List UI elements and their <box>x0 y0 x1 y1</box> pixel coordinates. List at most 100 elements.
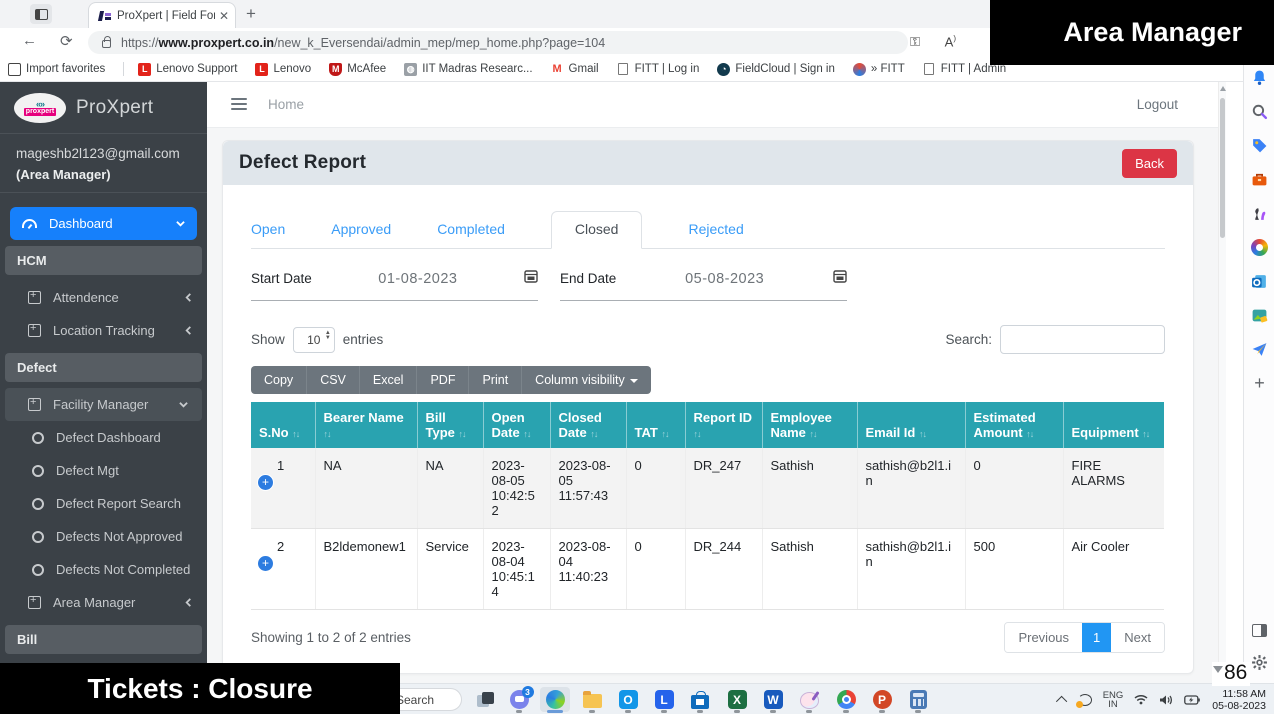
excel-icon[interactable]: X <box>722 687 752 712</box>
wifi-icon[interactable] <box>1134 694 1148 705</box>
calendar-icon[interactable] <box>524 269 538 288</box>
paint-icon[interactable] <box>794 687 824 712</box>
next-page-button[interactable]: Next <box>1111 623 1164 652</box>
powerpoint-icon[interactable]: P <box>867 687 897 712</box>
page-scrollbar[interactable] <box>1218 82 1226 683</box>
end-date-field[interactable]: End Date 05-08-2023 <box>560 269 847 301</box>
sidebar-item-facility-manager[interactable]: Facility Manager <box>5 388 202 421</box>
lenovo-vantage-icon[interactable]: L <box>649 687 679 712</box>
tab-open[interactable]: Open <box>251 212 285 248</box>
close-tab-icon[interactable]: ✕ <box>219 9 229 23</box>
pdf-button[interactable]: PDF <box>417 366 469 394</box>
search-icon[interactable] <box>1250 102 1269 121</box>
refresh-icon[interactable]: ⟳ <box>60 32 73 50</box>
sidebar-item-dashboard[interactable]: Dashboard <box>10 207 197 240</box>
tab-closed[interactable]: Closed <box>551 211 643 249</box>
sidebar-item-defect-report-search[interactable]: Defect Report Search <box>0 487 207 520</box>
sidebar-item-defects-not-approved[interactable]: Defects Not Approved <box>0 520 207 553</box>
start-date-field[interactable]: Start Date 01-08-2023 <box>251 269 538 301</box>
bookmark-fitt[interactable]: » FITT <box>853 63 905 76</box>
column-header-closed-date[interactable]: Closed Date ↑↓ <box>550 402 626 448</box>
bookmark-iit-madras[interactable]: ◍IIT Madras Researc... <box>404 63 532 76</box>
sidebar-panel-icon[interactable] <box>1250 621 1269 640</box>
settings-gear-icon[interactable] <box>1250 653 1269 672</box>
tools-briefcase-icon[interactable] <box>1250 170 1269 189</box>
task-view-icon[interactable] <box>470 687 500 712</box>
hamburger-menu-icon[interactable] <box>231 98 247 110</box>
scroll-up-icon[interactable] <box>1220 86 1226 91</box>
column-header-open-date[interactable]: Open Date ↑↓ <box>483 402 550 448</box>
bookmark-lenovo-support[interactable]: LLenovo Support <box>138 63 237 76</box>
column-header-email-id[interactable]: Email Id ↑↓ <box>857 402 965 448</box>
sidebar-item-attendence[interactable]: Attendence <box>0 281 207 314</box>
bookmark-gmail[interactable]: MGmail <box>551 63 599 76</box>
browser-tab[interactable]: ProXpert | Field Force Automation ✕ <box>88 2 236 28</box>
expand-row-icon[interactable]: + <box>258 475 273 490</box>
hidden-icons-chevron[interactable] <box>1059 696 1067 704</box>
microsoft-365-icon[interactable] <box>1250 238 1269 257</box>
column-header-bill-type[interactable]: Bill Type ↑↓ <box>417 402 483 448</box>
tab-completed[interactable]: Completed <box>437 212 505 248</box>
collections-tag-icon[interactable] <box>1250 136 1269 155</box>
outlook-app-icon[interactable]: O <box>613 687 643 712</box>
calendar-icon[interactable] <box>833 269 847 288</box>
taskbar-clock[interactable]: 11:58 AM05-08-2023 <box>1212 688 1266 712</box>
column-header-bearer-name[interactable]: Bearer Name ↑↓ <box>315 402 417 448</box>
battery-icon[interactable] <box>1184 695 1200 705</box>
sidebar-item-area-manager[interactable]: Area Manager <box>0 586 207 619</box>
column-header-tat[interactable]: TAT ↑↓ <box>626 402 685 448</box>
chrome-icon[interactable] <box>831 687 861 712</box>
column-header-sno[interactable]: S.No ↑↓ <box>251 402 315 448</box>
outlook-icon[interactable] <box>1250 272 1269 291</box>
bookmark-fitt-login[interactable]: FITT | Log in <box>617 63 700 76</box>
sidebar-item-defect-dashboard[interactable]: Defect Dashboard <box>0 421 207 454</box>
notifications-bell-icon[interactable] <box>1250 68 1269 87</box>
end-date-value[interactable]: 05-08-2023 <box>685 271 764 287</box>
column-header-employee-name[interactable]: Employee Name ↑↓ <box>762 402 857 448</box>
microsoft-store-icon[interactable] <box>685 687 715 712</box>
bookmark-fieldcloud[interactable]: ◔FieldCloud | Sign in <box>717 63 835 76</box>
excel-button[interactable]: Excel <box>360 366 418 394</box>
scrollbar-thumb[interactable] <box>1220 98 1225 238</box>
column-header-estimated-amount[interactable]: Estimated Amount ↑↓ <box>965 402 1063 448</box>
column-visibility-button[interactable]: Column visibility <box>522 366 651 394</box>
tab-rejected[interactable]: Rejected <box>688 212 743 248</box>
back-icon[interactable]: ← <box>22 32 37 49</box>
column-header-report-id[interactable]: Report ID ↑↓ <box>685 402 762 448</box>
chat-teams-icon[interactable]: 3 <box>504 687 534 712</box>
games-chess-icon[interactable] <box>1250 204 1269 223</box>
tab-approved[interactable]: Approved <box>331 212 391 248</box>
tab-actions-button[interactable] <box>30 4 52 24</box>
sidebar-item-location-tracking[interactable]: Location Tracking <box>0 314 207 347</box>
page-1-button[interactable]: 1 <box>1082 623 1111 652</box>
print-button[interactable]: Print <box>469 366 522 394</box>
page-size-select[interactable]: 10▲▼ <box>293 327 335 353</box>
image-designer-icon[interactable] <box>1250 306 1269 325</box>
home-link[interactable]: Home <box>268 97 304 112</box>
password-key-icon[interactable]: ⚿ <box>910 34 920 50</box>
copy-button[interactable]: Copy <box>251 366 307 394</box>
language-indicator[interactable]: ENGIN <box>1103 691 1124 709</box>
search-input[interactable] <box>1000 325 1165 354</box>
csv-button[interactable]: CSV <box>307 366 360 394</box>
edge-browser-icon[interactable] <box>540 687 570 712</box>
new-tab-button[interactable]: + <box>246 5 256 23</box>
logout-link[interactable]: Logout <box>1137 97 1178 112</box>
column-header-equipment[interactable]: Equipment ↑↓ <box>1063 402 1164 448</box>
bookmark-lenovo[interactable]: LLenovo <box>255 63 311 76</box>
start-date-value[interactable]: 01-08-2023 <box>378 271 457 287</box>
file-explorer-icon[interactable] <box>577 687 607 712</box>
bookmark-import-favorites[interactable]: Import favorites <box>8 63 105 76</box>
read-aloud-icon[interactable]: A) <box>945 34 956 49</box>
word-icon[interactable]: W <box>758 687 788 712</box>
back-button[interactable]: Back <box>1122 149 1177 178</box>
previous-page-button[interactable]: Previous <box>1005 623 1082 652</box>
sidebar-item-defects-not-completed[interactable]: Defects Not Completed <box>0 553 207 586</box>
sync-update-icon[interactable] <box>1078 694 1092 706</box>
drop-paper-plane-icon[interactable] <box>1250 340 1269 359</box>
volume-icon[interactable] <box>1159 694 1173 706</box>
bookmark-mcafee[interactable]: MMcAfee <box>329 63 386 76</box>
address-bar[interactable]: https://www.proxpert.co.in/new_k_Eversen… <box>88 31 908 54</box>
sidebar-item-defect-mgt[interactable]: Defect Mgt <box>0 454 207 487</box>
add-plus-icon[interactable]: + <box>1250 374 1269 393</box>
